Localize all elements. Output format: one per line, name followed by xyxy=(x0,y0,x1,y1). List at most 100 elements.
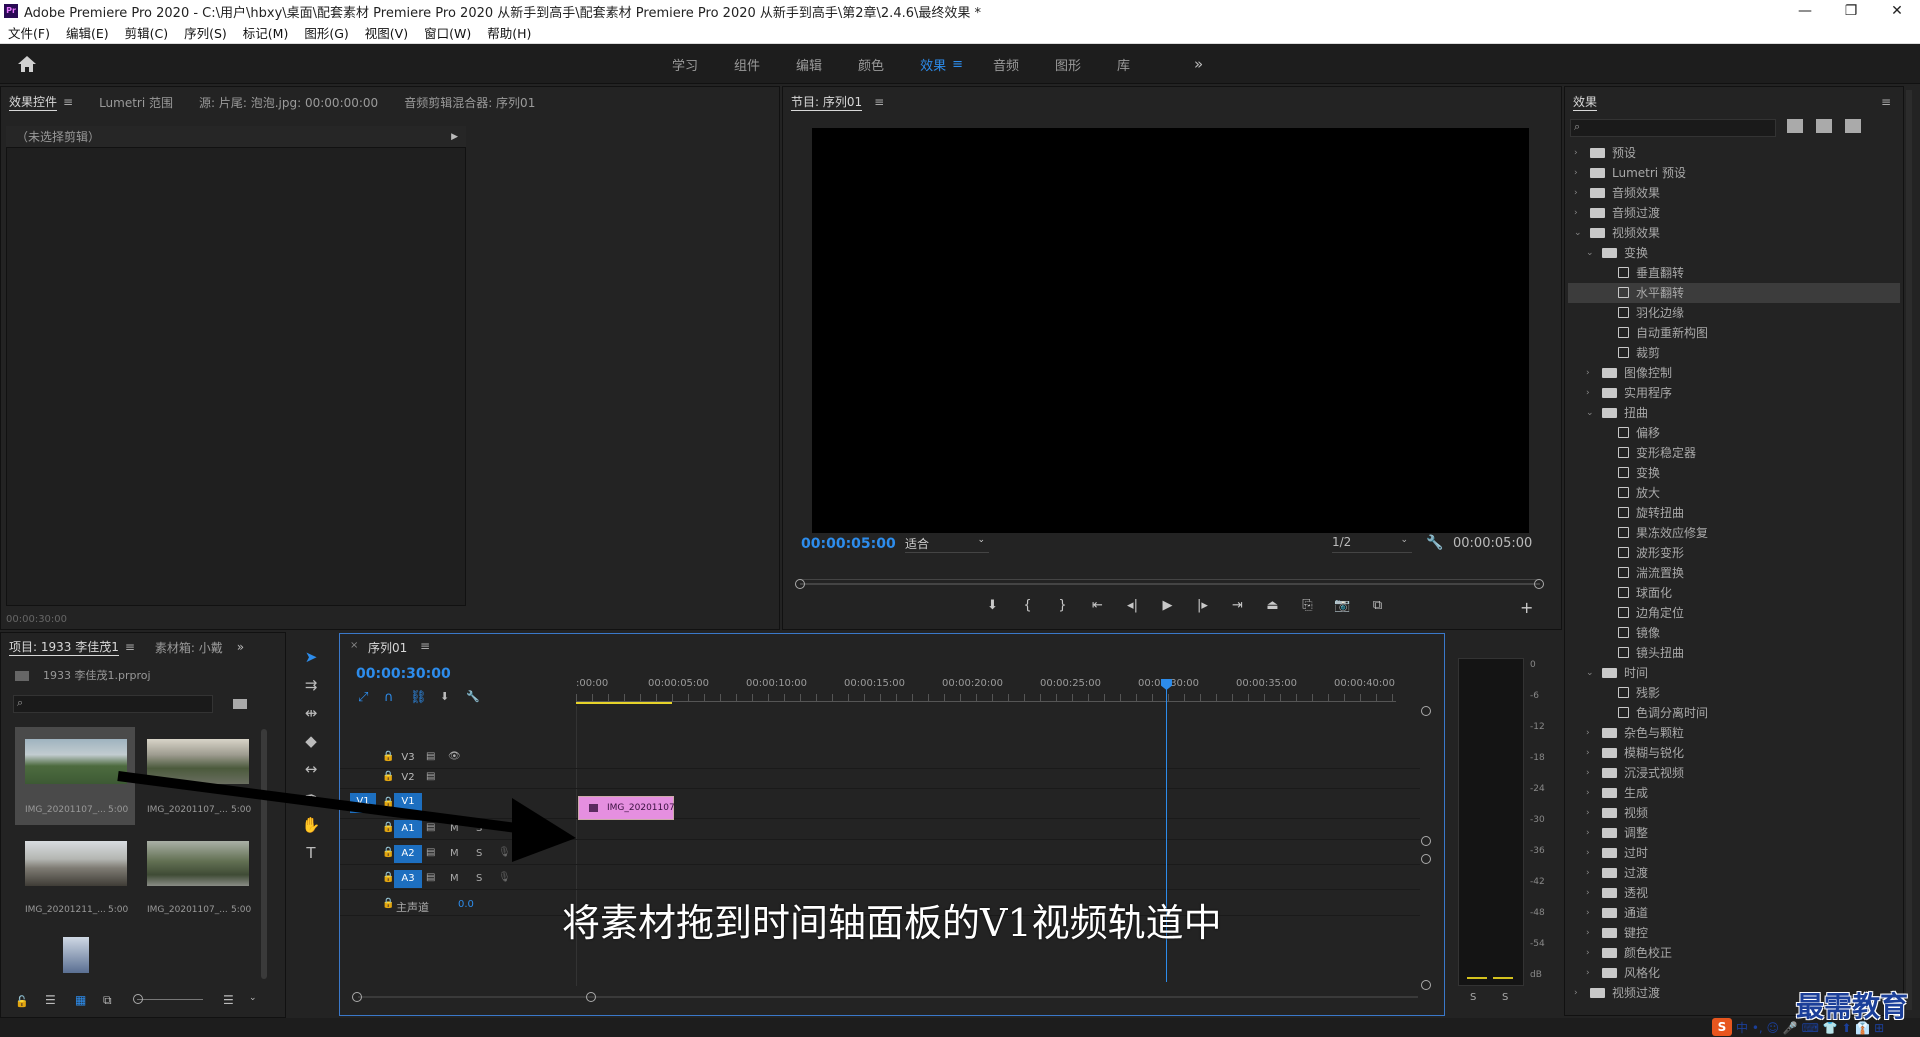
scrub-start-handle[interactable] xyxy=(795,579,805,589)
effects-tree-item[interactable]: › 杂色与颗粒 xyxy=(1568,723,1900,743)
mute-button[interactable]: M xyxy=(450,848,459,859)
wrench-icon[interactable]: 🔧 xyxy=(1426,535,1443,551)
accelerated-effects-icon[interactable] xyxy=(1787,119,1803,133)
chevron-right-icon[interactable]: › xyxy=(1586,363,1596,383)
snap-icon[interactable]: ∩ xyxy=(384,690,394,705)
effects-tree-item[interactable]: 裁剪 xyxy=(1568,343,1900,363)
chevron-down-icon[interactable]: ⌄ xyxy=(1586,403,1596,423)
program-menu-icon[interactable]: ≡ xyxy=(874,95,884,109)
effects-tree-item[interactable]: 果冻效应修复 xyxy=(1568,523,1900,543)
effects-tree-item[interactable]: ⌄ 扭曲 xyxy=(1568,403,1900,423)
lock-icon[interactable]: 🔒 xyxy=(382,771,394,782)
add-marker-icon[interactable]: ⬇ xyxy=(975,598,1010,613)
track-v2[interactable]: 🔒 V2 ▤ xyxy=(340,769,1420,789)
sync-lock-icon[interactable]: ▤ xyxy=(426,847,435,858)
menu-help[interactable]: 帮助(H) xyxy=(479,23,539,42)
workspace-editing[interactable]: 编辑 xyxy=(784,55,846,74)
sync-lock-icon[interactable]: ▤ xyxy=(426,822,435,833)
lock-icon[interactable]: 🔒 xyxy=(382,822,394,833)
effects-tree-item[interactable]: 垂直翻转 xyxy=(1568,263,1900,283)
mute-button[interactable]: M xyxy=(450,823,459,834)
program-time-ruler[interactable] xyxy=(800,566,1540,580)
menu-clip[interactable]: 剪辑(C) xyxy=(117,23,176,42)
track-v1[interactable]: V1 🔒 V1 xyxy=(340,789,1420,819)
pen-tool-icon[interactable]: ✒ xyxy=(296,788,326,816)
workspace-audio[interactable]: 音频 xyxy=(981,55,1043,74)
home-icon[interactable] xyxy=(16,54,38,74)
linked-selection-icon[interactable]: ⛓ xyxy=(410,690,427,705)
zoom-fit-select[interactable]: 适合 ⌄ xyxy=(905,535,989,553)
chevron-right-icon[interactable]: › xyxy=(1586,723,1596,743)
solo-button[interactable]: S xyxy=(476,848,482,859)
chevron-right-icon[interactable]: › xyxy=(1586,943,1596,963)
media-thumbnail[interactable] xyxy=(63,937,89,973)
chevron-right-icon[interactable]: › xyxy=(1586,803,1596,823)
project-menu-icon[interactable]: ≡ xyxy=(125,640,135,654)
tab-sequence[interactable]: 序列01 xyxy=(368,639,407,656)
chevron-down-icon[interactable]: ⌄ xyxy=(1586,663,1596,683)
track-a1[interactable]: 🔒 A1 ▤ M S 🎙 xyxy=(340,820,1420,840)
lock-icon[interactable]: 🔒 xyxy=(382,898,394,909)
button-editor-icon[interactable]: + xyxy=(1520,598,1533,617)
extract-icon[interactable]: ⎘ xyxy=(1290,598,1325,613)
chevron-right-icon[interactable]: › xyxy=(1586,383,1596,403)
effects-tree-item[interactable]: › 沉浸式视频 xyxy=(1568,763,1900,783)
project-scrollbar[interactable] xyxy=(261,729,267,979)
tab-project[interactable]: 项目: 1933 李佳茂1 xyxy=(9,638,119,656)
effects-tree-item[interactable]: 残影 xyxy=(1568,683,1900,703)
tab-lumetri-scopes[interactable]: Lumetri 范围 xyxy=(99,94,173,111)
effects-tree-item[interactable]: 球面化 xyxy=(1568,583,1900,603)
chevron-down-icon[interactable]: ⌄ xyxy=(1574,223,1584,243)
list-view-icon[interactable]: ☰ xyxy=(45,993,56,1007)
new-bin-from-search-icon[interactable] xyxy=(233,699,247,709)
effects-tree-item[interactable]: › Lumetri 预设 xyxy=(1568,163,1900,183)
sync-lock-icon[interactable]: ▤ xyxy=(426,771,435,782)
media-thumbnail[interactable] xyxy=(147,841,249,886)
mute-button[interactable]: M xyxy=(450,873,459,884)
track-select-tool-icon[interactable]: ⇉ xyxy=(296,676,326,704)
track-a3[interactable]: 🔒 A3 ▤ M S 🎙 xyxy=(340,870,1420,890)
media-thumbnail[interactable] xyxy=(25,841,127,886)
time-ruler[interactable] xyxy=(576,694,1396,702)
effects-tree-item[interactable]: 自动重新构图 xyxy=(1568,323,1900,343)
effects-tree-item[interactable]: › 键控 xyxy=(1568,923,1900,943)
ime-toolbar[interactable]: S 中 •, ☺ 🎤 ⌨ 👕 ⬆ 👔 ⊞ xyxy=(1712,1017,1884,1037)
media-thumbnail[interactable] xyxy=(147,739,249,784)
effects-tree-item[interactable]: › 通道 xyxy=(1568,903,1900,923)
source-patch-v1[interactable]: V1 xyxy=(350,793,376,813)
tab-source[interactable]: 源: 片尾: 泡泡.jpg: 00:00:00:00 xyxy=(199,94,378,111)
more-workspaces-icon[interactable]: » xyxy=(1194,55,1203,73)
lock-icon[interactable]: 🔓 xyxy=(15,995,29,1008)
effects-tree-item[interactable]: › 模糊与锐化 xyxy=(1568,743,1900,763)
master-volume-value[interactable]: 0.0 xyxy=(458,899,474,910)
play-icon[interactable]: ▶ xyxy=(1150,598,1185,613)
effects-tree-item[interactable]: › 视频 xyxy=(1568,803,1900,823)
nest-toggle-icon[interactable]: ⤢ xyxy=(358,690,368,705)
effects-tree-item[interactable]: › 图像控制 xyxy=(1568,363,1900,383)
sort-icon[interactable]: ☰ xyxy=(223,993,234,1007)
playback-resolution-select[interactable]: 1/2 ⌄ xyxy=(1332,535,1412,553)
mark-out-icon[interactable]: } xyxy=(1045,598,1080,613)
chevron-down-icon[interactable]: ⌄ xyxy=(1586,243,1596,263)
menu-window[interactable]: 窗口(W) xyxy=(416,23,479,42)
tab-program[interactable]: 节目: 序列01 xyxy=(791,93,863,111)
chevron-right-icon[interactable]: › xyxy=(1574,183,1584,203)
chevron-right-icon[interactable]: › xyxy=(1586,903,1596,923)
chevron-right-icon[interactable]: › xyxy=(1586,863,1596,883)
vertical-zoom-handle[interactable] xyxy=(1421,706,1431,716)
wrench-icon[interactable]: 🔧 xyxy=(466,690,480,703)
chevron-right-icon[interactable]: › xyxy=(1586,763,1596,783)
chevron-right-icon[interactable]: › xyxy=(1586,843,1596,863)
lock-icon[interactable]: 🔒 xyxy=(382,872,394,883)
comparison-view-icon[interactable]: ⧉ xyxy=(1360,598,1395,613)
effects-tree-item[interactable]: › 风格化 xyxy=(1568,963,1900,983)
effects-tree-item[interactable]: 色调分离时间 xyxy=(1568,703,1900,723)
effects-tree-item[interactable]: › 预设 xyxy=(1568,143,1900,163)
vertical-zoom-handle[interactable] xyxy=(1421,836,1431,846)
lock-icon[interactable]: 🔒 xyxy=(382,751,394,762)
timeline-menu-icon[interactable]: ≡ xyxy=(420,639,430,653)
effects-tree-item[interactable]: 变形稳定器 xyxy=(1568,443,1900,463)
panel-menu-icon[interactable]: ≡ xyxy=(63,95,73,109)
hand-tool-icon[interactable]: ✋ xyxy=(296,816,326,844)
menu-graphics[interactable]: 图形(G) xyxy=(296,23,356,42)
